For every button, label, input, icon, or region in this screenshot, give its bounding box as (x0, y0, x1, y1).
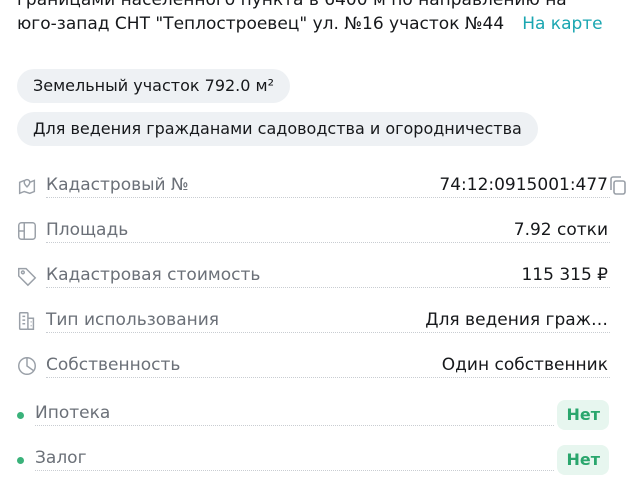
cadastral-cost-value: 115 315 ₽ (517, 265, 608, 285)
area-icon (16, 220, 38, 242)
address-line-2-text: юго-запад СНТ "Теплостроевец" ул. №16 уч… (17, 14, 505, 34)
pie-chart-icon (16, 355, 38, 377)
dotted-leader (35, 425, 554, 426)
map-pin-icon (16, 175, 38, 197)
on-map-link[interactable]: На карте (522, 14, 602, 34)
status-dot (17, 412, 24, 419)
dotted-leader (46, 287, 610, 288)
area-value: 7.92 сотки (509, 220, 608, 240)
flag-label: Ипотека (35, 403, 115, 423)
cadastral-number-value: 74:12:0915001:477 (435, 175, 608, 195)
price-tag-icon (16, 265, 38, 287)
pledge-status-badge: Нет (557, 445, 609, 475)
dotted-leader (46, 377, 610, 378)
detail-label: Кадастровая стоимость (46, 265, 265, 285)
area-chip: Земельный участок 792.0 м² (17, 69, 291, 103)
dotted-leader (35, 470, 554, 471)
buildings-icon (16, 310, 38, 332)
flag-row-pledge: Залог Нет (0, 439, 640, 479)
detail-label: Собственность (46, 355, 185, 375)
status-dot (17, 457, 24, 464)
detail-row-cadastral-number: Кадастровый № 74:12:0915001:477 (0, 166, 640, 206)
usage-type-value: Для ведения граж… (421, 310, 608, 330)
dotted-leader (46, 242, 610, 243)
detail-row-cadastral-cost: Кадастровая стоимость 115 315 ₽ (0, 256, 640, 296)
property-address: границами населенного пункта в 6400 м по… (17, 0, 627, 36)
detail-label: Площадь (46, 220, 133, 240)
detail-row-area: Площадь 7.92 сотки (0, 211, 640, 251)
detail-label: Кадастровый № (46, 175, 193, 195)
ownership-value: Один собственник (437, 355, 608, 375)
copy-icon[interactable] (608, 175, 628, 197)
dotted-leader (46, 332, 610, 333)
detail-label: Тип использования (46, 310, 224, 330)
address-line-2: юго-запад СНТ "Теплостроевец" ул. №16 уч… (17, 12, 627, 36)
flag-label: Залог (35, 448, 91, 468)
detail-row-usage-type: Тип использования Для ведения граж… (0, 301, 640, 341)
mortgage-status-badge: Нет (557, 400, 609, 430)
flag-row-mortgage: Ипотека Нет (0, 394, 640, 434)
purpose-chip: Для ведения гражданами садоводства и ого… (17, 112, 538, 146)
dotted-leader (46, 197, 610, 198)
address-line-1: границами населенного пункта в 6400 м по… (17, 0, 567, 10)
detail-row-ownership: Собственность Один собственник (0, 346, 640, 386)
